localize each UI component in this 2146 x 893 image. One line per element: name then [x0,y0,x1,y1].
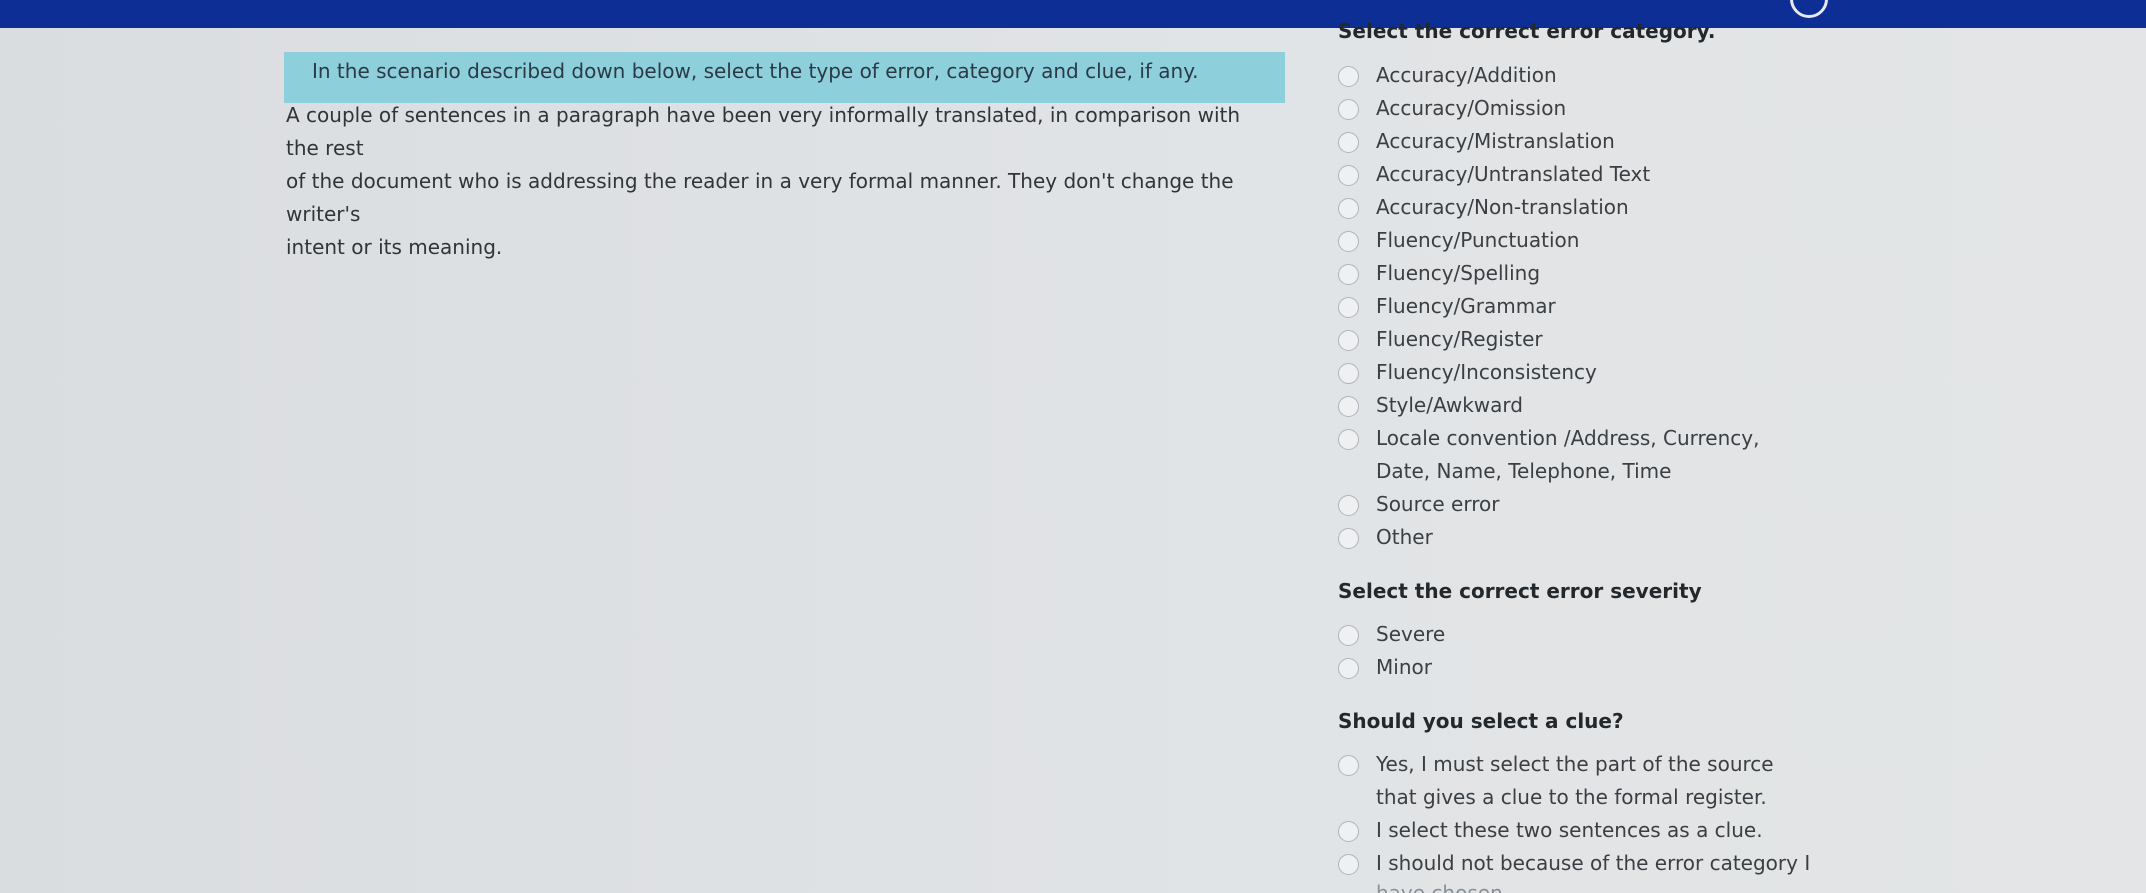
radio-button[interactable] [1338,625,1359,646]
radio-button[interactable] [1338,658,1359,679]
question-prompt: In the scenario described down below, se… [312,59,1199,83]
scenario-line: A couple of sentences in a paragraph hav… [286,103,1241,160]
clue-option-should-not-continuation: have chosen [1376,881,1503,893]
radio-button[interactable] [1338,297,1359,318]
radio-button[interactable] [1338,165,1359,186]
quiz-page: In the scenario described down below, se… [0,19,2146,893]
severity-heading: Select the correct error severity [1338,579,1702,603]
radio-button[interactable] [1338,264,1359,285]
scenario-line: of the document who is addressing the re… [286,169,1234,226]
radio-button[interactable] [1338,528,1359,549]
radio-button[interactable] [1338,821,1359,842]
radio-button[interactable] [1338,363,1359,384]
scenario-text: A couple of sentences in a paragraph hav… [286,99,1276,264]
radio-button[interactable] [1338,99,1359,120]
locale-convention-continuation: Date, Name, Telephone, Time [1376,459,1672,483]
category-heading: Select the correct error category. [1338,19,1716,43]
radio-button[interactable] [1338,495,1359,516]
radio-button[interactable] [1338,66,1359,87]
radio-button[interactable] [1338,330,1359,351]
radio-button[interactable] [1338,854,1359,875]
profile-circle-icon[interactable] [1790,0,1828,18]
question-prompt-banner: In the scenario described down below, se… [284,52,1285,103]
top-bar [0,0,2146,28]
radio-button[interactable] [1338,755,1359,776]
clue-heading: Should you select a clue? [1338,709,1624,733]
radio-button[interactable] [1338,429,1359,450]
scenario-line: intent or its meaning. [286,235,503,259]
clue-option-yes-continuation: that gives a clue to the formal register… [1376,785,1767,809]
radio-button[interactable] [1338,231,1359,252]
radio-button[interactable] [1338,132,1359,153]
radio-button[interactable] [1338,396,1359,417]
radio-button[interactable] [1338,198,1359,219]
